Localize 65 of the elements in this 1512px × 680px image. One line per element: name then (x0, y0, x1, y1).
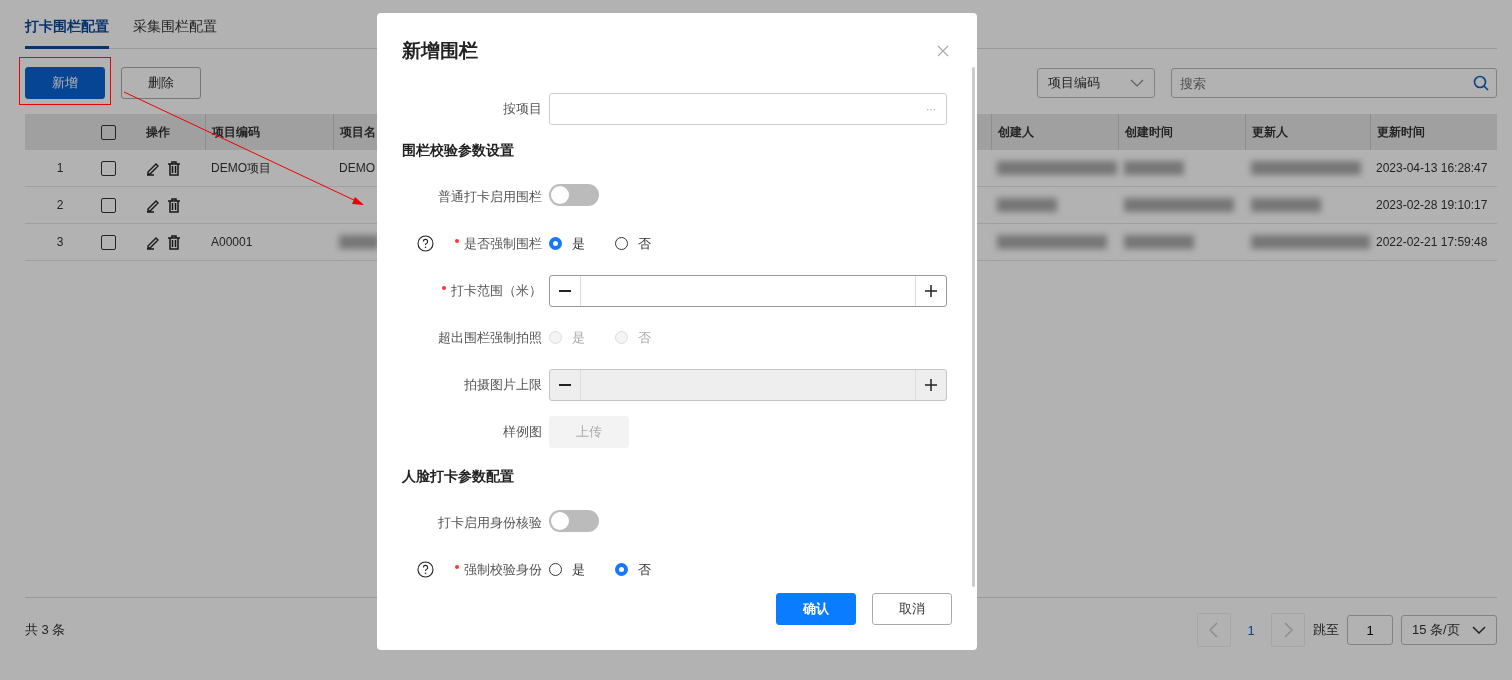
column-header: 操作 (146, 123, 170, 141)
field-label: 按项目 (503, 100, 542, 118)
search-icon (1473, 75, 1489, 91)
field-label: 是否强制围栏 (455, 234, 542, 253)
field-label: 样例图 (503, 422, 542, 441)
table-cell: DEMO项目 (211, 159, 271, 177)
chevron-down-icon (1472, 626, 1486, 634)
row-number: 3 (56, 235, 64, 249)
section-title: 围栏校验参数设置 (401, 142, 514, 160)
tab[interactable]: 打卡围栏配置 (25, 18, 109, 49)
checkbox[interactable] (101, 160, 116, 176)
radio-option[interactable]: 否 (615, 234, 651, 253)
trash-icon[interactable] (167, 197, 181, 213)
table-cell: 2022-02-21 17:59:48 (1376, 235, 1488, 249)
tab[interactable]: 采集围栏配置 (133, 18, 217, 49)
field-label: 拍摄图片上限 (464, 375, 542, 394)
cancel-button[interactable]: 取消 (872, 593, 952, 625)
column-header: 创建时间 (1125, 123, 1173, 141)
row-number: 2 (56, 198, 64, 212)
page-size-select[interactable]: 15 条/页 (1401, 615, 1497, 645)
column-header: 项目编码 (212, 123, 260, 141)
table-cell: 2023-02-28 19:10:17 (1376, 198, 1488, 212)
radio-option[interactable]: 否 (615, 560, 651, 579)
chevron-down-icon (1130, 79, 1144, 87)
row-number: 1 (56, 161, 64, 175)
checkbox[interactable] (101, 124, 116, 140)
table-cell: 2023-04-13 16:28:47 (1376, 161, 1488, 175)
confirm-button[interactable]: 确认 (776, 593, 856, 625)
checkbox[interactable] (101, 234, 116, 250)
field-label: 超出围栏强制拍照 (438, 328, 542, 347)
toggle-switch[interactable] (549, 510, 599, 532)
dialog-title: 新增围栏 (402, 39, 478, 63)
trash-icon[interactable] (167, 160, 181, 176)
table-cell: A00001 (211, 235, 253, 249)
add-button[interactable]: 新增 (25, 67, 105, 99)
filter-select[interactable]: 项目编码 (1037, 68, 1155, 98)
jump-label: 跳至 (1313, 621, 1339, 639)
column-header: 更新时间 (1377, 123, 1425, 141)
trash-icon[interactable] (167, 234, 181, 250)
page-input[interactable]: 1 (1347, 615, 1393, 645)
table-cell: DEMO (339, 161, 375, 175)
field-label: 打卡启用身份核验 (438, 513, 542, 532)
required-mark-icon (442, 286, 446, 291)
radio-option[interactable]: 是 (549, 234, 585, 253)
required-mark-icon (455, 565, 459, 570)
redacted-text (997, 198, 1057, 212)
page-number[interactable]: 1 (1239, 622, 1263, 638)
required-mark-icon (455, 239, 459, 244)
field-label: 强制校验身份 (455, 560, 542, 579)
field-label: 打卡范围（米） (442, 281, 542, 300)
field-label: 普通打卡启用围栏 (438, 187, 542, 206)
radio-option[interactable]: 是 (549, 560, 585, 579)
column-header: 更新人 (1252, 123, 1288, 141)
delete-button[interactable]: 删除 (121, 67, 201, 99)
redacted-text (1251, 198, 1321, 212)
redacted-text (339, 235, 379, 249)
toggle-switch[interactable] (549, 184, 599, 206)
checkbox[interactable] (101, 197, 116, 213)
column-header: 创建人 (998, 123, 1034, 141)
search-field[interactable]: 搜索 (1171, 68, 1497, 98)
section-title: 人脸打卡参数配置 (401, 468, 514, 486)
column-header: 项目名 (340, 123, 376, 141)
redacted-text (1124, 161, 1184, 175)
total-count: 共 3 条 (25, 621, 66, 639)
redacted-text (1124, 235, 1194, 249)
